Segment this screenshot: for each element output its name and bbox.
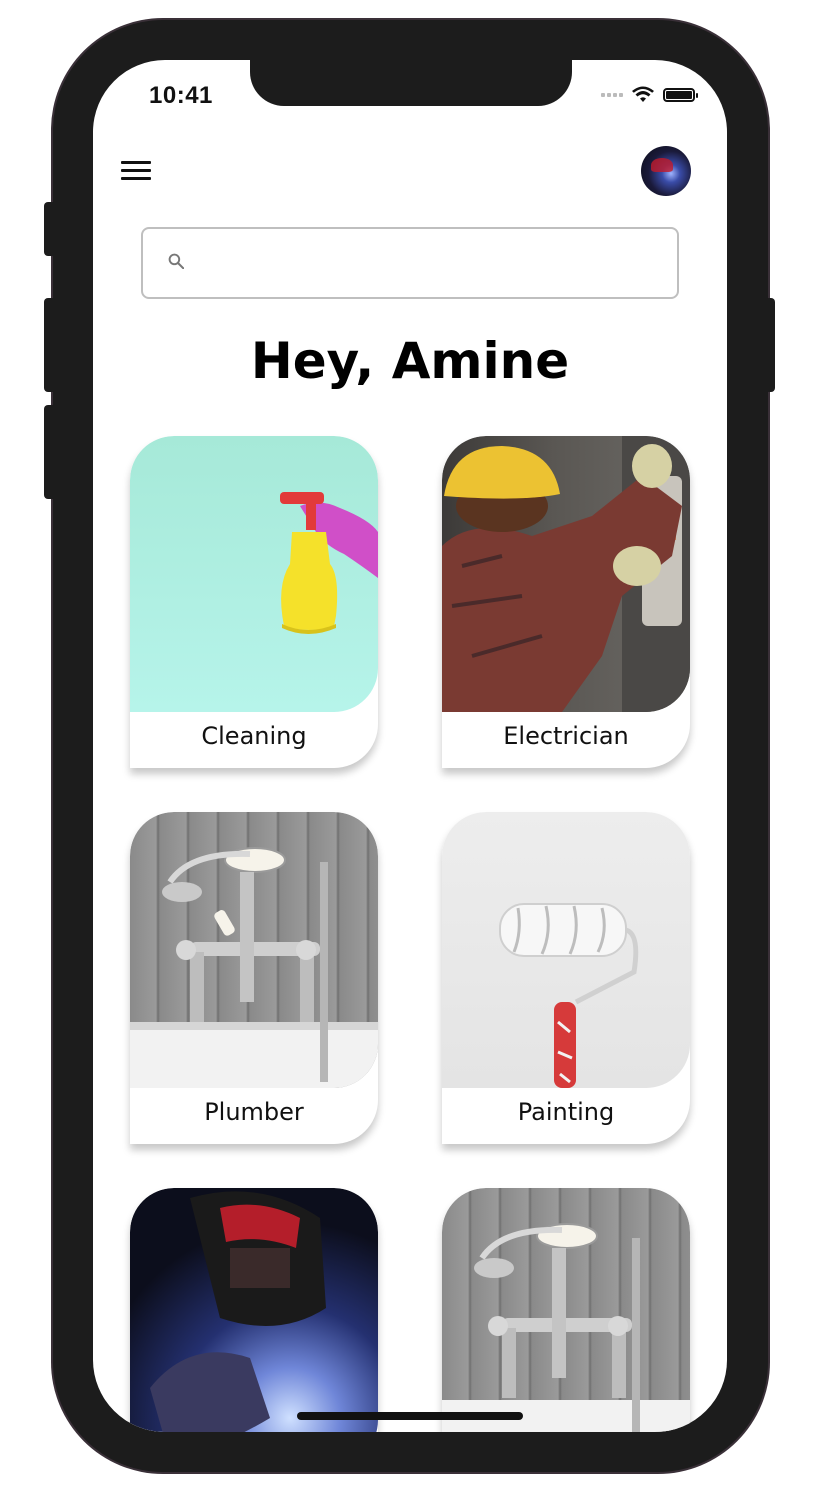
service-label: Electrician [503,722,629,750]
signal-icon [601,93,623,97]
service-card-welding[interactable] [130,1188,378,1432]
service-label: Cleaning [201,722,307,750]
painting-image [442,812,690,1088]
service-card-plumber-2[interactable] [442,1188,690,1432]
service-card-electrician[interactable]: Electrician [442,436,690,768]
electrician-image [442,436,690,712]
cleaning-image [130,436,378,712]
volume-up-button [44,298,56,392]
notch [250,60,572,106]
service-card-painting[interactable]: Painting [442,812,690,1144]
welding-image [130,1188,378,1432]
search-input[interactable] [203,243,667,285]
battery-icon [663,88,698,102]
status-time: 10:41 [149,82,213,109]
plumber-image [130,812,378,1088]
service-label: Painting [517,1098,615,1126]
service-card-plumber[interactable]: Plumber [130,812,378,1144]
service-card-cleaning[interactable]: Cleaning [130,436,378,768]
search-icon [168,253,184,269]
search-field[interactable] [141,227,679,299]
home-indicator[interactable] [297,1412,523,1420]
app-screen: 10:41 Hey, Amine Cleaning Electrician Pl… [93,60,727,1432]
user-avatar[interactable] [641,146,691,196]
status-icons [601,86,698,104]
greeting-title: Hey, Amine [250,332,570,390]
mute-switch [44,202,56,256]
volume-down-button [44,405,56,499]
hamburger-menu-icon[interactable] [121,161,151,183]
power-button [765,298,775,392]
plumber-image-2 [442,1188,690,1432]
service-label: Plumber [204,1098,304,1126]
wifi-icon [632,86,654,102]
